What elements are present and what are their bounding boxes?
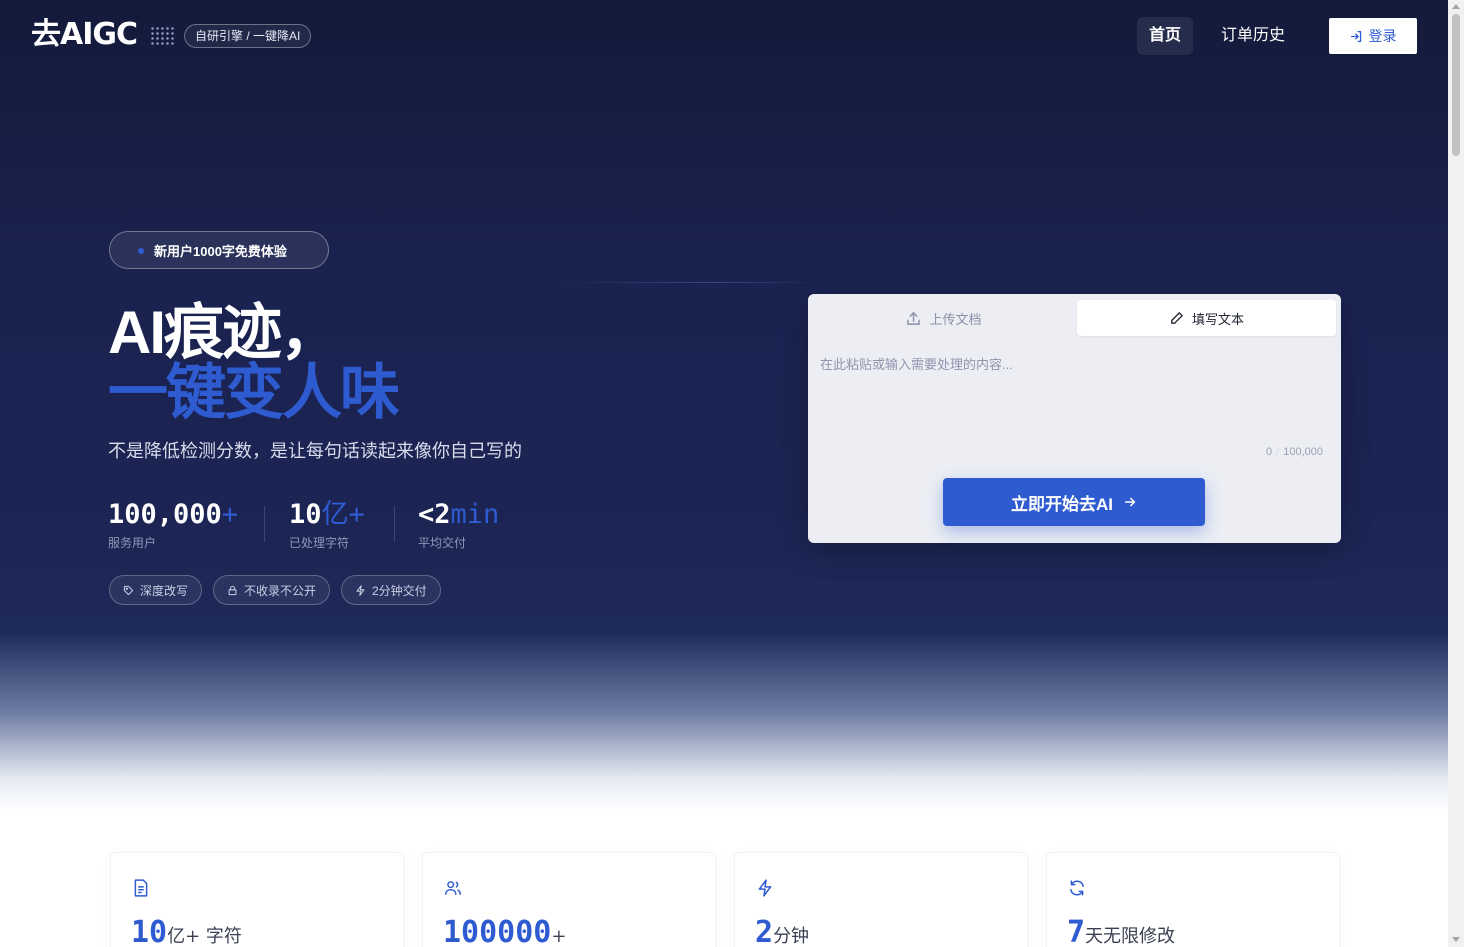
login-label: 登录 — [1368, 28, 1397, 44]
stat-chars-accent: 亿+ — [321, 499, 365, 530]
promo-pill-label: 新用户1000字免费体验 — [154, 243, 287, 259]
headline-line2: 一键变人味 — [108, 359, 400, 426]
tag-label: 不收录不公开 — [244, 583, 317, 598]
feature-card-revisions: 7天无限修改 — [1046, 852, 1340, 947]
tag-label: 深度改写 — [140, 583, 189, 598]
tag-deep-rewrite[interactable]: 深度改写 — [109, 575, 203, 605]
scrollbar-thumb[interactable] — [1452, 14, 1460, 156]
char-limit: 100,000 — [1283, 446, 1323, 458]
refresh-icon — [1070, 880, 1084, 896]
hero-subtitle: 不是降低检测分数，是让每句话读起来像你自己写的 — [108, 441, 522, 461]
tag-icon — [123, 585, 134, 595]
stat-delivery-label: 平均交付 — [418, 536, 467, 550]
feature-value: 2 — [755, 915, 774, 947]
feature-card-users: 100000+ — [422, 852, 716, 947]
tab-upload-document[interactable]: 上传文档 — [812, 300, 1076, 336]
feature-unit: + — [551, 926, 567, 947]
content-textarea[interactable] — [820, 354, 1328, 464]
editor-card: 上传文档 填写文本 0/100,000 立即开始去AI — [808, 294, 1341, 543]
nav-home[interactable]: 首页 — [1137, 17, 1193, 55]
feature-unit: 亿+ 字符 — [167, 926, 242, 947]
tag-fast-delivery[interactable]: 2分钟交付 — [341, 575, 441, 605]
tab-write-label: 填写文本 — [1191, 311, 1244, 327]
arrow-right-icon — [1124, 497, 1136, 507]
document-icon — [134, 879, 148, 897]
feature-unit: 天无限修改 — [1085, 926, 1176, 947]
lightning-icon — [758, 879, 772, 897]
char-counter: 0/100,000 — [1266, 446, 1323, 458]
stat-chars: 10亿+ 已处理字符 — [289, 498, 365, 551]
stat-chars-label: 已处理字符 — [289, 536, 350, 550]
stat-delivery-accent: min — [450, 499, 500, 530]
stat-divider — [394, 506, 395, 542]
scroll-down-arrow-icon[interactable] — [1452, 937, 1460, 942]
hero-section: 去AIGC 自研引擎 / 一键降AI 首页 订单历史 登录 新用户1000字免费… — [0, 0, 1448, 810]
feature-value: 7 — [1067, 915, 1086, 947]
feature-unit: 分钟 — [773, 926, 810, 947]
users-icon — [444, 881, 462, 895]
logo-badge: 自研引擎 / 一键降AI — [184, 24, 312, 48]
decorative-line — [560, 282, 820, 283]
char-count: 0 — [1266, 446, 1273, 458]
stat-users: 100,000+ 服务用户 — [108, 498, 238, 551]
stat-chars-value: 10 — [289, 499, 322, 530]
scroll-up-arrow-icon[interactable] — [1452, 4, 1460, 9]
feature-value: 100000 — [443, 915, 552, 947]
upload-icon — [907, 311, 921, 325]
scrollbar[interactable] — [1448, 0, 1464, 947]
pencil-icon — [1171, 311, 1183, 324]
stat-delivery-value: <2 — [418, 499, 451, 530]
stat-users-accent: + — [221, 499, 239, 530]
feature-value: 10 — [131, 915, 168, 947]
feature-card-chars: 10亿+ 字符 — [110, 852, 404, 947]
start-button[interactable]: 立即开始去AI — [943, 478, 1205, 526]
stat-users-value: 100,000 — [108, 499, 222, 530]
start-button-label: 立即开始去AI — [1011, 494, 1113, 514]
tag-private[interactable]: 不收录不公开 — [213, 575, 331, 605]
promo-pill[interactable]: 新用户1000字免费体验 — [109, 231, 329, 269]
top-navbar: 去AIGC 自研引擎 / 一键降AI 首页 订单历史 登录 — [0, 0, 1448, 72]
lightning-icon — [356, 584, 365, 596]
tag-label: 2分钟交付 — [372, 583, 427, 598]
stat-divider — [264, 506, 265, 542]
logo-dots-icon — [150, 26, 176, 46]
stat-delivery: <2min 平均交付 — [418, 498, 499, 551]
login-button[interactable]: 登录 — [1329, 18, 1417, 54]
feature-card-speed: 2分钟 — [734, 852, 1028, 947]
pill-dot-icon — [138, 248, 144, 254]
stat-users-label: 服务用户 — [108, 536, 157, 550]
tab-upload-label: 上传文档 — [929, 311, 982, 327]
nav-order-history[interactable]: 订单历史 — [1210, 17, 1296, 55]
logo[interactable]: 去AIGC — [31, 17, 138, 53]
lock-icon — [228, 585, 237, 595]
tab-write-text[interactable]: 填写文本 — [1077, 300, 1336, 336]
login-icon — [1350, 30, 1361, 42]
